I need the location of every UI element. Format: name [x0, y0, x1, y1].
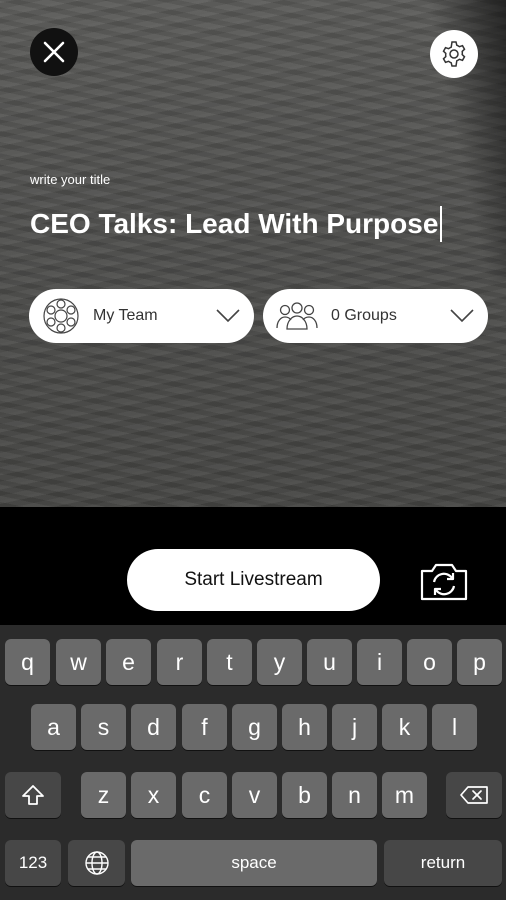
- groups-icon: [276, 302, 318, 330]
- start-livestream-button[interactable]: Start Livestream: [127, 549, 380, 611]
- key-r[interactable]: r: [157, 639, 202, 685]
- key-a[interactable]: a: [31, 704, 76, 750]
- gear-icon: [442, 41, 466, 67]
- key-d[interactable]: d: [131, 704, 176, 750]
- space-key[interactable]: space: [131, 840, 377, 886]
- settings-button[interactable]: [430, 30, 478, 78]
- key-u[interactable]: u: [307, 639, 352, 685]
- key-g[interactable]: g: [232, 704, 277, 750]
- key-j[interactable]: j: [332, 704, 377, 750]
- key-t[interactable]: t: [207, 639, 252, 685]
- team-label: My Team: [93, 307, 158, 324]
- close-icon: [43, 41, 65, 63]
- key-i[interactable]: i: [357, 639, 402, 685]
- text-caret: [440, 206, 443, 242]
- key-b[interactable]: b: [282, 772, 327, 818]
- camera-flip-icon: [420, 563, 468, 601]
- key-p[interactable]: p: [457, 639, 502, 685]
- key-s[interactable]: s: [81, 704, 126, 750]
- team-icon: [43, 298, 79, 334]
- key-o[interactable]: o: [407, 639, 452, 685]
- globe-key[interactable]: [68, 840, 125, 886]
- key-l[interactable]: l: [432, 704, 477, 750]
- key-m[interactable]: m: [382, 772, 427, 818]
- camera-flip-button[interactable]: [418, 562, 470, 602]
- key-w[interactable]: w: [56, 639, 101, 685]
- chevron-down-icon: [450, 309, 474, 323]
- key-e[interactable]: e: [106, 639, 151, 685]
- key-x[interactable]: x: [131, 772, 176, 818]
- key-f[interactable]: f: [182, 704, 227, 750]
- shift-key[interactable]: [5, 772, 61, 818]
- backspace-icon: [460, 786, 488, 804]
- chevron-down-icon: [216, 309, 240, 323]
- close-button[interactable]: [30, 28, 78, 76]
- key-c[interactable]: c: [182, 772, 227, 818]
- numbers-key[interactable]: 123: [5, 840, 61, 886]
- camera-preview: [0, 0, 506, 507]
- keyboard: q w e r t y u i o p a s d f g h j k l z …: [0, 625, 506, 900]
- key-k[interactable]: k: [382, 704, 427, 750]
- key-v[interactable]: v: [232, 772, 277, 818]
- title-input[interactable]: CEO Talks: Lead With Purpose: [30, 206, 443, 242]
- key-h[interactable]: h: [282, 704, 327, 750]
- key-z[interactable]: z: [81, 772, 126, 818]
- key-q[interactable]: q: [5, 639, 50, 685]
- groups-selector[interactable]: 0 Groups: [263, 289, 488, 343]
- return-key[interactable]: return: [384, 840, 502, 886]
- team-selector[interactable]: My Team: [29, 289, 254, 343]
- backspace-key[interactable]: [446, 772, 502, 818]
- key-n[interactable]: n: [332, 772, 377, 818]
- title-label: write your title: [30, 172, 111, 187]
- key-y[interactable]: y: [257, 639, 302, 685]
- shift-icon: [22, 785, 44, 805]
- groups-label: 0 Groups: [331, 307, 397, 324]
- title-value: CEO Talks: Lead With Purpose: [30, 208, 439, 239]
- globe-icon: [84, 851, 109, 875]
